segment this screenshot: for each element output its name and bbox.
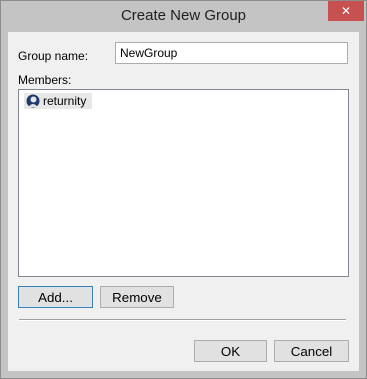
- cancel-button[interactable]: Cancel: [274, 340, 349, 362]
- group-name-value: NewGroup: [120, 46, 178, 60]
- remove-member-button[interactable]: Remove: [100, 286, 174, 308]
- members-list[interactable]: returnity: [18, 89, 349, 277]
- close-button[interactable]: ✕: [328, 1, 364, 21]
- member-name: returnity: [43, 94, 87, 108]
- separator: [19, 319, 346, 321]
- title-bar[interactable]: Create New Group ✕: [1, 1, 366, 33]
- add-member-button[interactable]: Add...: [18, 286, 93, 308]
- create-group-dialog: Create New Group ✕ Group name: NewGroup …: [0, 0, 367, 379]
- ok-button[interactable]: OK: [194, 340, 267, 362]
- user-icon: [26, 94, 40, 108]
- window-title: Create New Group: [120, 7, 247, 24]
- list-item[interactable]: returnity: [24, 93, 92, 109]
- group-name-label: Group name:: [18, 49, 89, 63]
- dialog-body: Group name: NewGroup Members: returnity …: [8, 32, 359, 371]
- group-name-input[interactable]: NewGroup: [115, 42, 348, 64]
- members-label: Members:: [18, 73, 72, 87]
- close-icon: ✕: [340, 4, 352, 18]
